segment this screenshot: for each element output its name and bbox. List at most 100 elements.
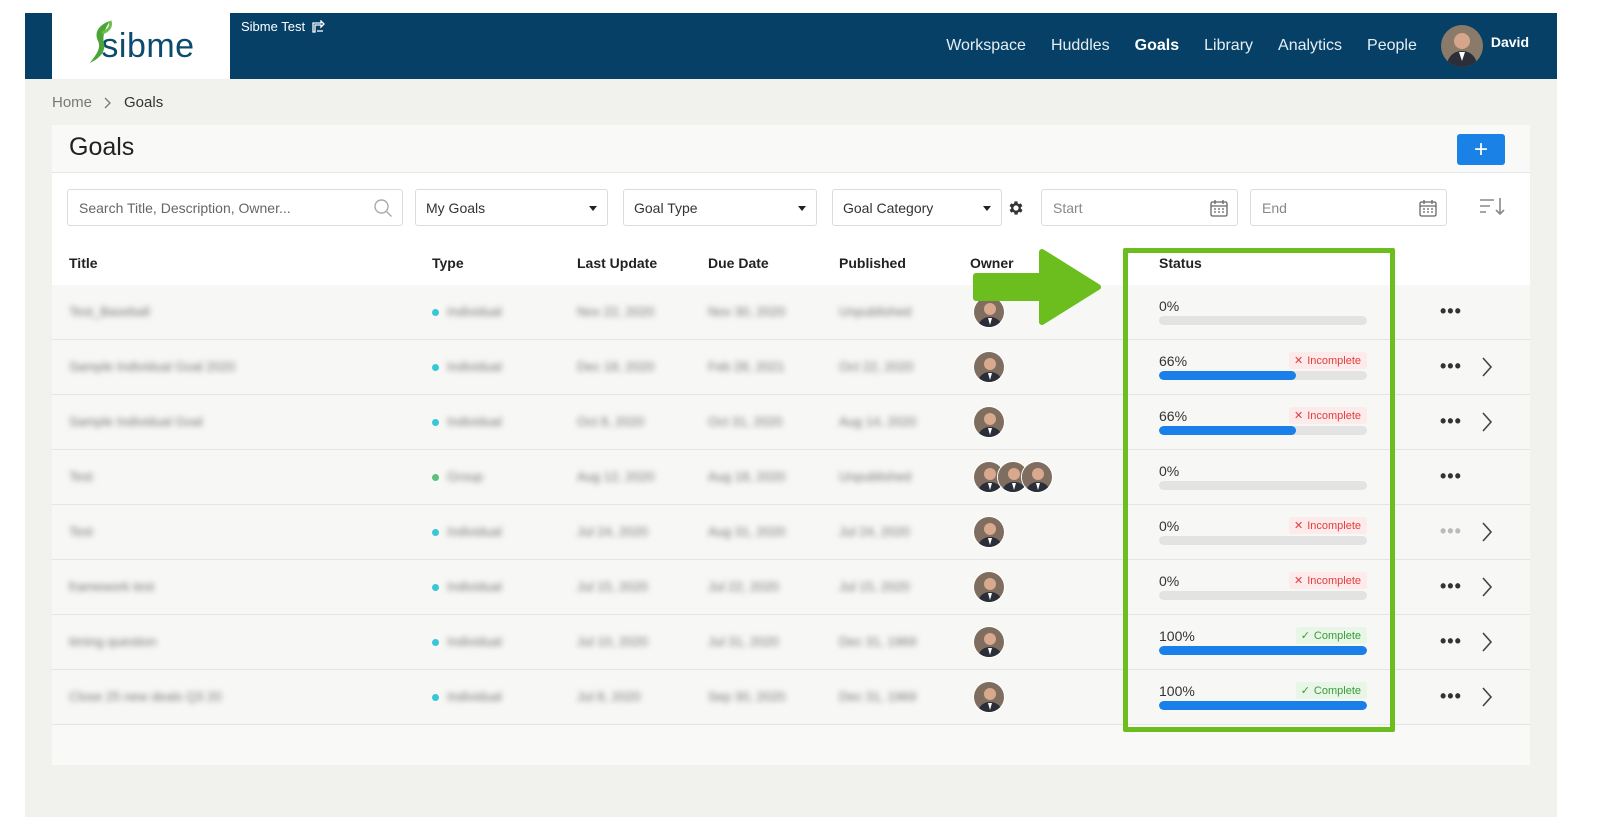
user-portrait-icon [1440,25,1483,67]
owner-avatar[interactable] [973,351,1005,383]
more-options-icon[interactable]: ••• [1440,631,1462,652]
progress-bar [1159,536,1367,545]
goal-title[interactable]: Test_Baseball [69,304,150,319]
more-options-icon[interactable]: ••• [1440,521,1462,542]
sort-icon[interactable] [1478,195,1506,219]
column-published[interactable]: Published [839,255,906,271]
owner-avatar[interactable] [973,406,1005,438]
last-update: Jul 15, 2020 [577,579,648,594]
goal-title[interactable]: framework test [69,579,154,594]
sibme-logo[interactable]: sibme [52,13,230,79]
add-goal-button[interactable]: + [1457,134,1505,165]
status-badge: ✕ Incomplete [1288,517,1367,534]
more-options-icon[interactable]: ••• [1440,301,1462,322]
table-row[interactable]: Sample Individual Goal 2020 Individual Dec… [52,340,1530,395]
account-name: Sibme Test [241,19,306,34]
type-dot-icon [432,584,439,592]
due-date: Feb 28, 2021 [708,359,785,374]
nav-goals[interactable]: Goals [1135,37,1179,55]
last-update: Aug 12, 2020 [577,469,655,484]
more-options-icon[interactable]: ••• [1440,411,1462,432]
due-date: Aug 18, 2020 [708,469,786,484]
owner-avatars [973,516,1005,548]
goal-category-select[interactable]: Goal Category [832,189,1002,226]
chevron-right-icon[interactable] [1480,411,1494,433]
status-badge: ✓ Complete [1295,682,1367,699]
nav-analytics[interactable]: Analytics [1278,37,1342,55]
user-avatar[interactable] [1440,25,1483,67]
breadcrumb-home[interactable]: Home [52,94,92,111]
table-row[interactable]: Test_Baseball Individual Nov 22, 2020 Nov 3… [52,285,1530,340]
goal-title[interactable]: Test [69,469,93,484]
owner-avatar[interactable] [973,516,1005,548]
search-icon[interactable] [373,198,393,218]
goal-title[interactable]: Sample Individual Goal 2020 [69,359,235,374]
column-last-update[interactable]: Last Update [577,255,657,271]
due-date: Jul 31, 2020 [708,634,779,649]
status-label: Incomplete [1307,409,1361,422]
leaf-icon [90,20,112,63]
goal-title[interactable]: timing question [69,634,156,649]
owner-avatars [973,571,1005,603]
user-name[interactable]: David [1491,34,1529,50]
due-date: Oct 31, 2020 [708,414,783,429]
account-switcher[interactable]: Sibme Test [241,19,325,34]
goal-title[interactable]: Close 25 new deals Q3 20 [69,689,221,704]
progress-percent: 0% [1159,573,1180,589]
column-type[interactable]: Type [432,255,464,271]
owner-avatar[interactable] [973,571,1005,603]
table-row[interactable]: Close 25 new deals Q3 20 Individual Jul 8,… [52,670,1530,725]
nav-huddles[interactable]: Huddles [1051,37,1110,55]
more-options-icon[interactable]: ••• [1440,356,1462,377]
owner-avatar[interactable] [973,626,1005,658]
calendar-icon[interactable] [1209,198,1229,218]
calendar-icon[interactable] [1418,198,1438,218]
chevron-right-icon[interactable] [1480,576,1494,598]
top-navigation-bar: sibme Sibme Test Workspace Huddles Goals… [25,13,1557,79]
more-options-icon[interactable]: ••• [1440,576,1462,597]
type-dot-icon [432,474,439,482]
start-date-placeholder: Start [1053,199,1083,216]
table-row[interactable]: timing question Individual Jul 10, 2020 Jul… [52,615,1530,670]
table-row[interactable]: Test Individual Jul 24, 2020 Aug 31, 2020 Ju… [52,505,1530,560]
progress-bar [1159,646,1367,655]
owner-avatar[interactable] [973,681,1005,713]
green-arrow-icon [973,249,1101,325]
goal-title[interactable]: Test [69,524,93,539]
table-row[interactable]: framework test Individual Jul 15, 2020 Jul … [52,560,1530,615]
more-options-icon[interactable]: ••• [1440,686,1462,707]
progress-bar [1159,316,1367,325]
goal-title[interactable]: Sample Individual Goal [69,414,203,429]
more-options-icon[interactable]: ••• [1440,466,1462,487]
x-icon: ✕ [1293,520,1304,532]
search-input[interactable] [79,190,369,225]
nav-people[interactable]: People [1367,37,1417,55]
nav-library[interactable]: Library [1204,37,1253,55]
chevron-right-icon[interactable] [1480,356,1494,378]
app-frame: sibme Sibme Test Workspace Huddles Goals… [25,13,1557,817]
goal-type: Individual [447,304,502,319]
owner-avatars [973,406,1005,438]
column-due-date[interactable]: Due Date [708,255,769,271]
owner-avatar[interactable] [1021,461,1053,493]
type-dot-icon [432,419,439,427]
column-status[interactable]: Status [1159,255,1202,271]
end-date-field[interactable]: End [1250,189,1447,226]
start-date-field[interactable]: Start [1041,189,1238,226]
type-dot-icon [432,639,439,647]
status-badge: ✓ Complete [1295,627,1367,644]
column-title[interactable]: Title [69,255,98,271]
chevron-right-icon[interactable] [1480,686,1494,708]
table-row[interactable]: Test Group Aug 12, 2020 Aug 18, 2020 Unpubli… [52,450,1530,505]
chevron-right-icon[interactable] [1480,521,1494,543]
chevron-right-icon[interactable] [1480,631,1494,653]
progress-bar-fill [1159,426,1297,435]
gear-icon[interactable] [1007,199,1025,217]
last-update: Nov 22, 2020 [577,304,655,319]
nav-workspace[interactable]: Workspace [946,37,1026,55]
published-date: Jul 15, 2020 [839,579,910,594]
table-row[interactable]: Sample Individual Goal Individual Oct 8, 2… [52,395,1530,450]
goal-type-cell: Individual [432,579,502,594]
owner-filter-select[interactable]: My Goals [415,189,608,226]
goal-type-select[interactable]: Goal Type [623,189,817,226]
